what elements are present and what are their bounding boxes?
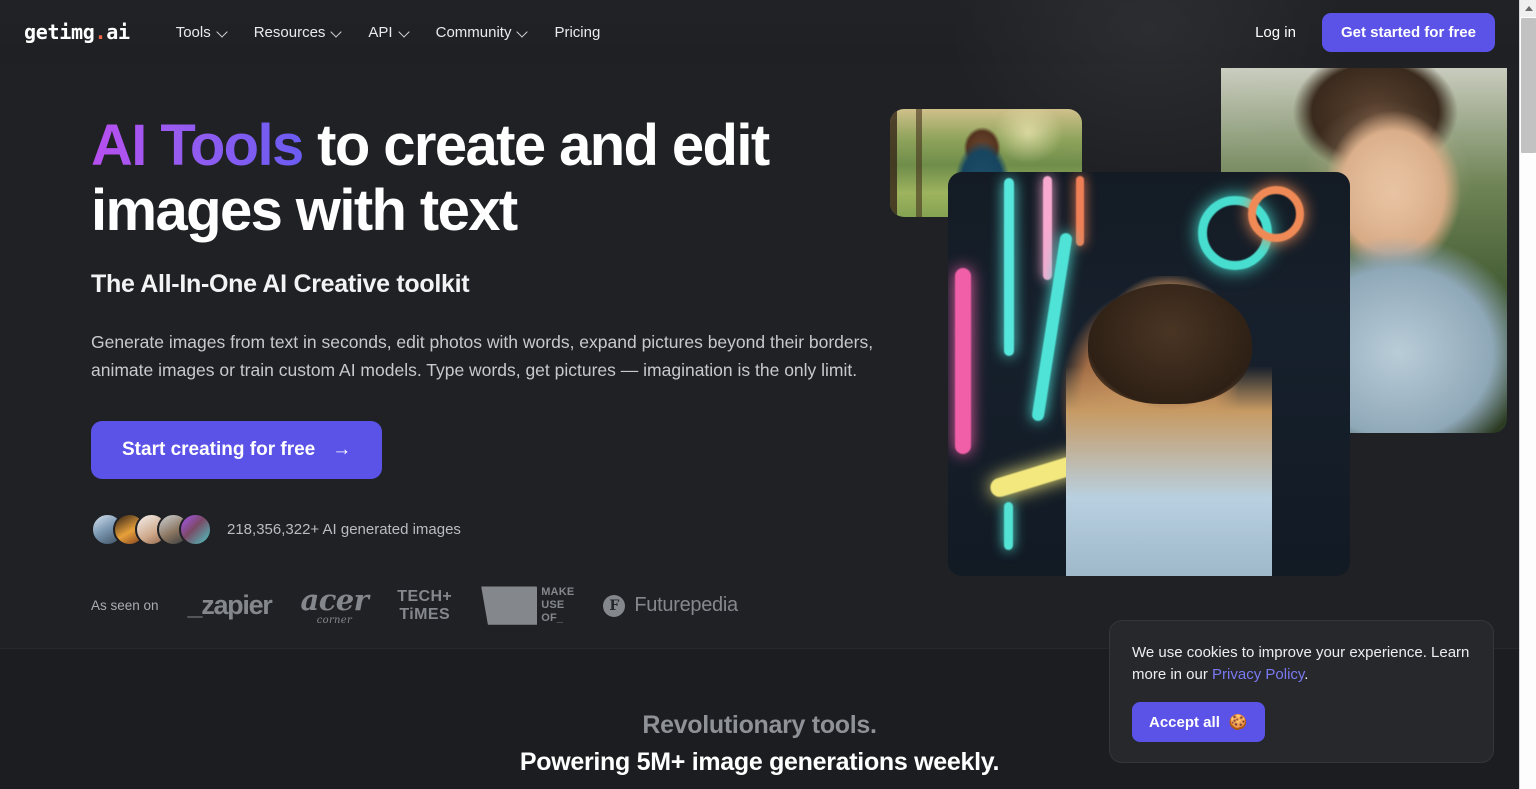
hero-description: Generate images from text in seconds, ed… [91,331,874,381]
arrow-up-icon [1524,6,1533,11]
chevron-down-icon [332,28,341,37]
nav-label: Community [435,23,512,41]
chevron-down-icon [518,28,527,37]
hero-subtitle: The All-In-One AI Creative toolkit [91,269,470,298]
browser-page: getimg.ai Tools Resources API Community [0,0,1536,789]
nav-item-resources[interactable]: Resources [242,16,354,49]
nav-item-api[interactable]: API [356,16,420,49]
make-use-of-logo: MAKE USE OF_ [481,586,574,625]
neon-street-artwork [948,172,1350,576]
nav-item-community[interactable]: Community [424,16,540,49]
cookie-message: We use cookies to improve your experienc… [1132,642,1471,685]
nav-item-tools[interactable]: Tools [164,16,239,49]
scrollbar-thumb[interactable] [1521,18,1536,153]
avatar-group [91,512,212,546]
get-started-button[interactable]: Get started for free [1321,12,1495,52]
social-proof: 218,356,322+ AI generated images [91,512,881,546]
cookie-text-after: . [1304,665,1309,683]
neon-bar-pink [955,268,971,454]
neon-bar-cyan [1004,178,1014,356]
muo-line2: USE [541,599,565,612]
tech-times-logo: TECH+ TiMES [397,588,452,623]
hero-image-neon-street [948,172,1350,576]
logo-text: getimg [24,20,95,44]
accept-all-label: Accept all [1149,713,1220,731]
neon-bar-light-pink [1043,176,1052,280]
scroll-up-button[interactable] [1520,0,1536,17]
start-creating-button[interactable]: Start creating for free → [91,420,383,479]
neon-portrait-figure [1066,276,1272,576]
page-viewport: getimg.ai Tools Resources API Community [0,0,1519,789]
accept-all-cookies-button[interactable]: Accept all 🍪 [1132,702,1265,742]
muo-line3: OF_ [541,611,564,624]
zapier-logo: _zapier [187,590,273,621]
acer-sub: corner [316,614,353,626]
hero-section: AI Tools to create and edit images with … [0,64,1519,648]
acer-corner-logo: acer corner [300,582,369,626]
start-creating-label: Start creating for free [122,438,316,460]
tech-line1: TECH+ [397,588,453,606]
futurepedia-logo: F Futurepedia [603,594,738,617]
as-seen-on-row: As seen on _zapier acer corner TECH+ TiM… [91,582,881,626]
futurepedia-mark-icon: F [603,594,626,617]
page-title: AI Tools to create and edit images with … [91,113,881,244]
nav-item-pricing[interactable]: Pricing [542,16,612,49]
avatar [179,512,212,546]
futurepedia-wordmark: Futurepedia [634,594,738,617]
tech-line2: TiMES [399,605,451,623]
chevron-down-icon [218,28,227,37]
muo-slab-icon [481,586,538,625]
nav-label: Pricing [554,23,601,41]
nav-label: API [368,23,393,41]
header-actions: Log in Get started for free [1251,12,1495,52]
logo-dot: . [94,20,107,44]
hero-image-collage [873,64,1513,648]
cookie-icon: 🍪 [1228,714,1248,731]
title-highlight: AI Tools [91,113,304,178]
login-link[interactable]: Log in [1251,18,1300,47]
main-nav: Tools Resources API Community Pricing [164,16,613,49]
acer-wordmark: acer [300,582,369,617]
logo-suffix: ai [106,20,130,44]
generated-images-count: 218,356,322+ AI generated images [227,520,461,538]
chevron-down-icon [400,28,409,37]
vertical-scrollbar[interactable] [1519,0,1536,789]
nav-label: Tools [175,23,211,41]
site-logo[interactable]: getimg.ai [24,20,130,44]
nav-label: Resources [253,23,326,41]
site-header: getimg.ai Tools Resources API Community [0,0,1519,180]
neon-ring-orange [1248,186,1304,242]
cookie-consent-banner: We use cookies to improve your experienc… [1109,620,1494,763]
muo-text: MAKE USE OF_ [541,586,574,624]
neon-bar-teal [1004,502,1013,550]
as-seen-on-label: As seen on [91,598,159,614]
arrow-right-icon: → [332,439,352,461]
muo-line1: MAKE [541,586,575,599]
hero-copy: AI Tools to create and edit images with … [91,113,881,626]
privacy-policy-link[interactable]: Privacy Policy [1212,666,1304,683]
neon-bar-orange [1076,176,1084,246]
